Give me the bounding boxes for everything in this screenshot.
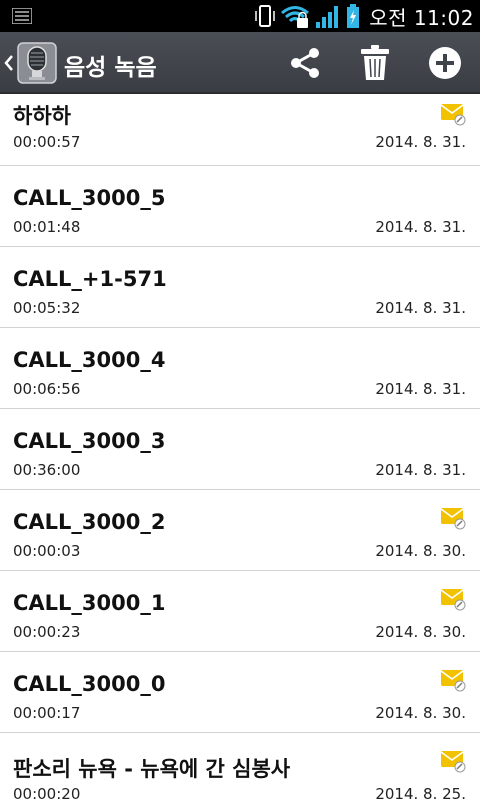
recording-duration: 00:36:00 [13,461,81,479]
recording-duration: 00:01:48 [13,218,81,236]
recording-title: CALL_+1-571 [13,267,167,291]
recording-title: CALL_3000_3 [13,429,166,453]
recording-list-item[interactable]: CALL_3000_1 00:00:23 2014. 8. 30. [0,571,480,652]
status-time: 오전 11:02 [369,5,474,30]
recording-date: 2014. 8. 31. [375,133,466,151]
recording-title: CALL_3000_5 [13,186,166,210]
recording-list-item[interactable]: CALL_3000_0 00:00:17 2014. 8. 30. [0,652,480,733]
recording-duration: 00:00:23 [13,623,81,641]
recording-list-item[interactable]: 판소리 뉴욕 - 뉴욕에 간 심봉사 00:00:20 2014. 8. 25. [0,733,480,800]
recording-duration: 00:06:56 [13,380,81,398]
recording-title: 판소리 뉴욕 - 뉴욕에 간 심봉사 [13,757,291,781]
battery-charging-icon [347,4,360,28]
memo-mail-icon [440,751,466,773]
add-button[interactable] [424,42,466,84]
share-icon [291,48,319,78]
recording-duration: 00:05:32 [13,299,81,317]
recording-date: 2014. 8. 31. [375,299,466,317]
recording-list-item[interactable]: CALL_3000_5 00:01:48 2014. 8. 31. [0,166,480,247]
recording-list-item[interactable]: CALL_3000_2 00:00:03 2014. 8. 30. [0,490,480,571]
trash-icon [361,45,389,80]
page-title: 음성 녹음 [64,55,157,81]
share-button[interactable] [284,42,326,84]
recording-list: 하하하 00:00:57 2014. 8. 31. CALL_3000_5 00… [0,94,480,800]
recording-date: 2014. 8. 30. [375,542,466,560]
recording-date: 2014. 8. 31. [375,380,466,398]
recording-date: 2014. 8. 31. [375,461,466,479]
delete-button[interactable] [354,42,396,84]
action-bar: 음성 녹음 [0,32,480,94]
recording-title: CALL_3000_1 [13,591,166,615]
memo-mail-icon [440,104,466,126]
recording-list-item[interactable]: CALL_3000_4 00:06:56 2014. 8. 31. [0,328,480,409]
memo-mail-icon [440,508,466,530]
memo-mail-icon [440,670,466,692]
recording-title: 하하하 [13,104,71,128]
voice-recorder-app-icon[interactable] [17,42,57,84]
memo-mail-icon [440,589,466,611]
status-bar: 오전 11:02 [0,0,480,32]
recording-date: 2014. 8. 25. [375,785,466,800]
recording-title: CALL_3000_2 [13,510,166,534]
recording-list-item[interactable]: CALL_3000_3 00:36:00 2014. 8. 31. [0,409,480,490]
status-icons: 오전 11:02 [255,0,474,32]
back-chevron-icon[interactable] [3,51,15,75]
wifi-icon [281,6,310,28]
recording-duration: 00:00:20 [13,785,81,800]
notification-icon [12,8,32,24]
recording-duration: 00:00:03 [13,542,81,560]
recording-duration: 00:00:17 [13,704,81,722]
recording-date: 2014. 8. 30. [375,704,466,722]
recording-date: 2014. 8. 30. [375,623,466,641]
add-icon [429,47,461,79]
recording-date: 2014. 8. 31. [375,218,466,236]
recording-list-item[interactable]: 하하하 00:00:57 2014. 8. 31. [0,94,480,166]
recording-title: CALL_3000_0 [13,672,166,696]
recording-duration: 00:00:57 [13,133,81,151]
recording-list-item[interactable]: CALL_+1-571 00:05:32 2014. 8. 31. [0,247,480,328]
signal-icon [316,6,339,28]
recording-title: CALL_3000_4 [13,348,166,372]
phone-vibrate-icon [255,5,275,27]
